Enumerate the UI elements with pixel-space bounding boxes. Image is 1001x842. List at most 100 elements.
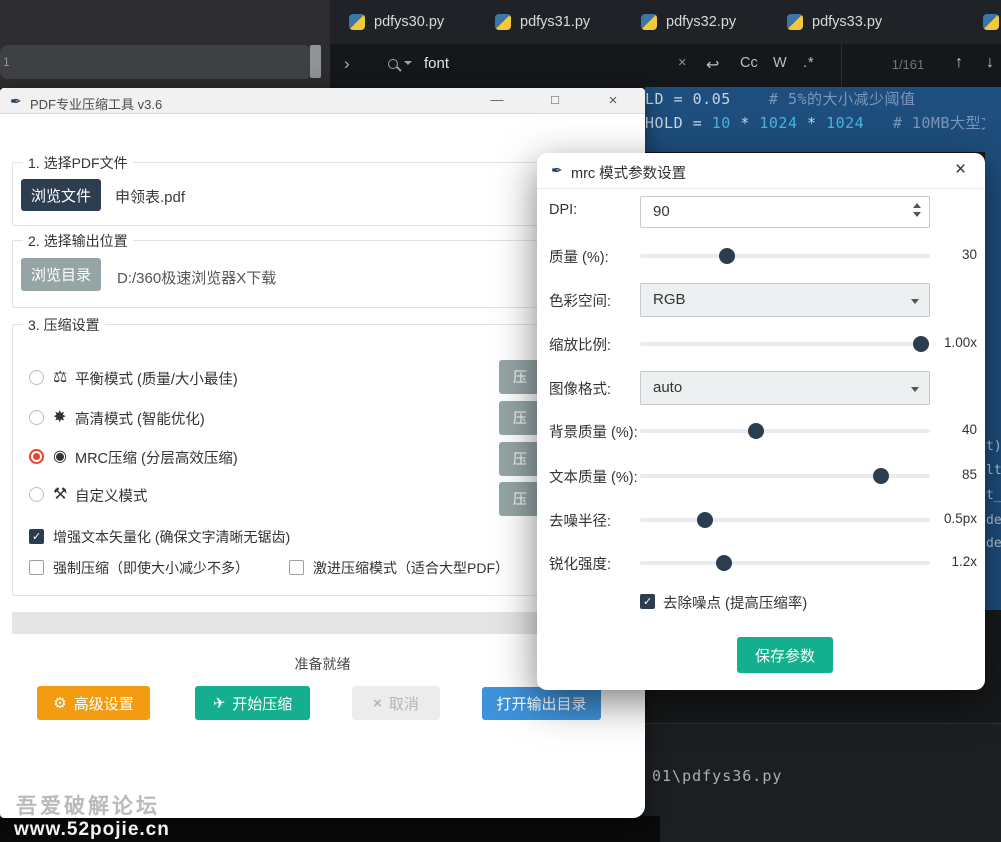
section-output-location: 2. 选择输出位置 浏览目录 D:/360极速浏览器X下载 (12, 240, 625, 308)
dpi-spinbox[interactable]: 90 (640, 196, 930, 228)
browse-folder-button[interactable]: 浏览目录 (21, 258, 101, 291)
colorspace-label: 色彩空间: (549, 290, 641, 311)
close-button[interactable]: × (599, 92, 627, 109)
tab-label: pdfys31.py (520, 14, 590, 30)
start-compress-button[interactable]: ✈ 开始压缩 (195, 686, 310, 720)
text-quality-label: 文本质量 (%): (549, 466, 641, 487)
section-legend: 1. 选择PDF文件 (23, 153, 133, 173)
scale-slider-handle[interactable] (913, 336, 929, 352)
code-number: 10 (712, 114, 731, 132)
checkbox-remove-noise[interactable] (640, 594, 655, 609)
radio-custom-mode[interactable] (29, 487, 44, 502)
wrap-search-icon[interactable]: ↩ (706, 55, 719, 75)
bg-quality-label: 背景质量 (%): (549, 421, 641, 442)
clear-search-icon[interactable]: × (678, 55, 686, 71)
previous-match-icon[interactable]: ↑ (955, 54, 963, 72)
checkbox-label[interactable]: 激进压缩模式（适合大型PDF） (313, 558, 509, 578)
spinner-arrows-icon[interactable] (913, 203, 921, 217)
regex-toggle[interactable]: .* (803, 55, 815, 71)
checkbox-label[interactable]: 增强文本矢量化 (确保文字清晰无锯齿) (53, 527, 290, 547)
mode-label[interactable]: 平衡模式 (质量/大小最佳) (75, 368, 238, 389)
denoise-radius-value: 0.5px (929, 511, 977, 526)
background-input-bar[interactable]: 1 (0, 45, 312, 79)
code-fragment: de (986, 536, 1001, 551)
window-title-bar[interactable]: ✒ PDF专业压缩工具 v3.6 — □ × (0, 88, 645, 114)
watermark-url: www.52pojie.cn (14, 819, 170, 841)
maximize-button[interactable]: □ (541, 92, 569, 107)
dialog-title-bar[interactable]: ✒ mrc 模式参数设置 × (537, 153, 985, 189)
code-line: LD = 0.05 # 5%的大小减少阈值 (645, 88, 916, 109)
mrc-settings-dialog: ✒ mrc 模式参数设置 × DPI: 90 质量 (%): 30 色彩空间: … (537, 153, 985, 690)
tab-pdfys32[interactable]: pdfys32.py (627, 0, 773, 44)
gear-icon: ⚙ (53, 694, 66, 712)
checkbox-label[interactable]: 强制压缩（即使大小减少不多） (53, 558, 249, 578)
scale-slider[interactable] (640, 342, 930, 346)
output-path: D:/360极速浏览器X下载 (117, 267, 276, 288)
advanced-settings-button[interactable]: ⚙ 高级设置 (37, 686, 150, 720)
mode-label[interactable]: 自定义模式 (75, 485, 148, 506)
quality-slider[interactable] (640, 254, 930, 258)
mode-label[interactable]: 高清模式 (智能优化) (75, 408, 205, 429)
browse-file-button[interactable]: 浏览文件 (21, 179, 101, 211)
bg-quality-slider-handle[interactable] (748, 423, 764, 439)
scale-value: 1.00x (929, 335, 977, 350)
match-count: 1/161 (876, 57, 940, 72)
python-icon[interactable] (983, 14, 999, 30)
radio-mrc-mode[interactable] (29, 449, 44, 464)
python-icon (787, 14, 803, 30)
sharpen-slider-handle[interactable] (716, 555, 732, 571)
watermark-text: 吾爱破解论坛 (16, 790, 160, 820)
section-legend: 3. 压缩设置 (23, 315, 105, 335)
checkbox-aggressive-mode[interactable] (289, 560, 304, 575)
bg-quality-value: 40 (929, 422, 977, 437)
next-match-icon[interactable]: ↓ (986, 54, 994, 72)
progress-bar (12, 612, 625, 634)
code-text: * (740, 114, 750, 132)
denoise-radius-slider-handle[interactable] (697, 512, 713, 528)
editor-tab-bar: pdfys30.py pdfys31.py pdfys32.py pdfys33… (330, 0, 1001, 44)
checkbox-label[interactable]: 去除噪点 (提高压缩率) (663, 592, 807, 613)
radio-balanced-mode[interactable] (29, 370, 44, 385)
tab-label: pdfys33.py (812, 14, 882, 30)
dpi-label: DPI: (549, 202, 641, 218)
scale-label: 缩放比例: (549, 334, 641, 355)
section-legend: 2. 选择输出位置 (23, 231, 133, 251)
window-title: PDF专业压缩工具 v3.6 (30, 94, 162, 113)
sharpen-slider[interactable] (640, 561, 930, 565)
code-text: * (807, 114, 817, 132)
scrollbar-thumb[interactable] (310, 45, 321, 78)
code-fragment: t) (986, 439, 1001, 454)
wrench-icon: ⚒ (53, 484, 67, 504)
text-quality-value: 85 (929, 467, 977, 482)
code-text: HOLD (645, 114, 683, 132)
denoise-radius-slider[interactable] (640, 518, 930, 522)
match-case-toggle[interactable]: Cc (740, 55, 758, 71)
tab-pdfys31[interactable]: pdfys31.py (481, 0, 627, 44)
bg-quality-slider[interactable] (640, 429, 930, 433)
minimize-button[interactable]: — (483, 92, 511, 107)
mode-label[interactable]: MRC压缩 (分层高效压缩) (75, 447, 238, 468)
text-quality-slider-handle[interactable] (873, 468, 889, 484)
button-label: 开始压缩 (232, 693, 292, 714)
whole-word-toggle[interactable]: W (773, 55, 787, 71)
radio-hd-mode[interactable] (29, 410, 44, 425)
chevron-down-icon (911, 299, 919, 304)
checkbox-text-vectorize[interactable] (29, 529, 44, 544)
expand-chevron-icon[interactable]: › (344, 54, 350, 74)
save-params-button[interactable]: 保存参数 (737, 637, 833, 673)
code-text: = (693, 114, 703, 132)
sharpen-label: 锐化强度: (549, 553, 641, 574)
search-input[interactable]: font (424, 55, 449, 72)
tab-pdfys30[interactable]: pdfys30.py (335, 0, 481, 44)
format-dropdown[interactable]: auto (640, 371, 930, 405)
close-icon[interactable]: × (955, 159, 966, 181)
tab-pdfys33[interactable]: pdfys33.py (773, 0, 919, 44)
colorspace-dropdown[interactable]: RGB (640, 283, 930, 317)
quality-slider-handle[interactable] (719, 248, 735, 264)
search-dropdown-caret-icon[interactable] (404, 61, 412, 65)
checkbox-force-compress[interactable] (29, 560, 44, 575)
python-icon (495, 14, 511, 30)
open-output-button[interactable]: 打开输出目录 (482, 687, 601, 720)
code-number: 1024 (826, 114, 864, 132)
balance-scale-icon: ⚖ (53, 367, 67, 387)
